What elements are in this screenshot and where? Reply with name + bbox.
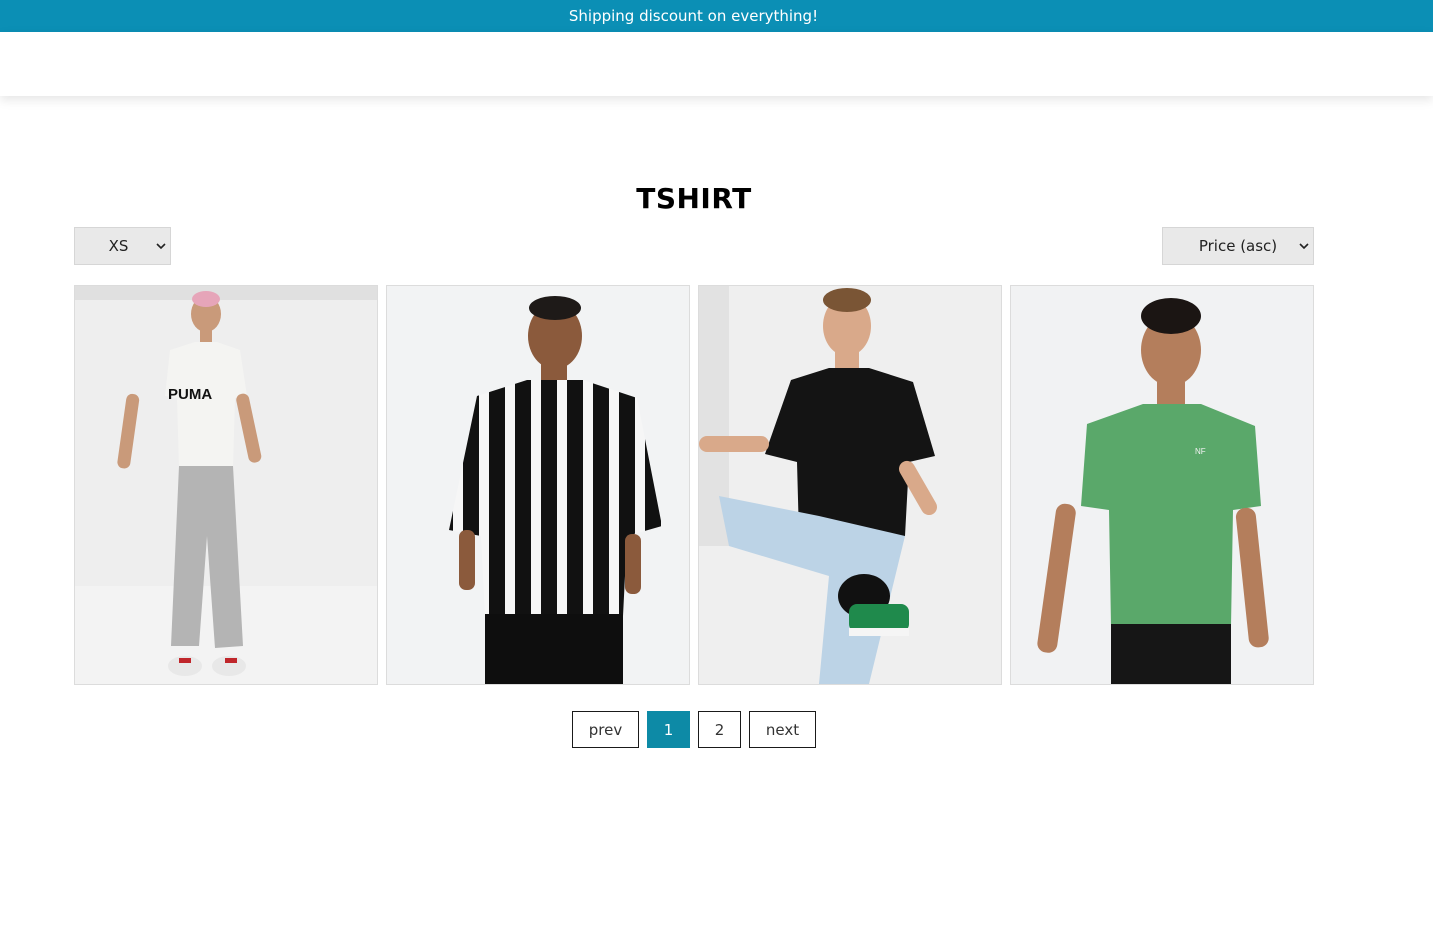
size-filter-select[interactable]: XS	[74, 227, 171, 265]
site-header	[0, 32, 1433, 96]
product-card[interactable]	[386, 285, 690, 685]
pagination-prev-button[interactable]: prev	[572, 711, 639, 748]
chevron-down-icon	[152, 242, 170, 250]
pagination-next-button[interactable]: next	[749, 711, 816, 748]
product-card[interactable]: PUMA	[74, 285, 378, 685]
product-image	[387, 286, 689, 684]
product-card[interactable]: NF	[1010, 285, 1314, 685]
product-image: NF	[1011, 286, 1313, 684]
sort-select[interactable]: Price (asc)	[1162, 227, 1314, 265]
product-grid: PUMA NF	[74, 285, 1314, 685]
product-image	[699, 286, 1001, 684]
pagination: prev 1 2 next	[0, 711, 1433, 748]
product-card[interactable]	[698, 285, 1002, 685]
svg-text:PUMA: PUMA	[168, 386, 212, 403]
announcement-bar: Shipping discount on everything!	[0, 0, 1433, 32]
sort-value: Price (asc)	[1198, 237, 1278, 255]
size-filter-value: XS	[108, 237, 129, 255]
product-image: PUMA	[75, 286, 377, 684]
pagination-page-1[interactable]: 1	[647, 711, 690, 748]
svg-text:NF: NF	[1195, 447, 1206, 456]
pagination-page-2[interactable]: 2	[698, 711, 741, 748]
announcement-text: Shipping discount on everything!	[568, 7, 819, 25]
page-title: TSHIRT	[636, 182, 752, 215]
chevron-down-icon	[1295, 242, 1313, 250]
